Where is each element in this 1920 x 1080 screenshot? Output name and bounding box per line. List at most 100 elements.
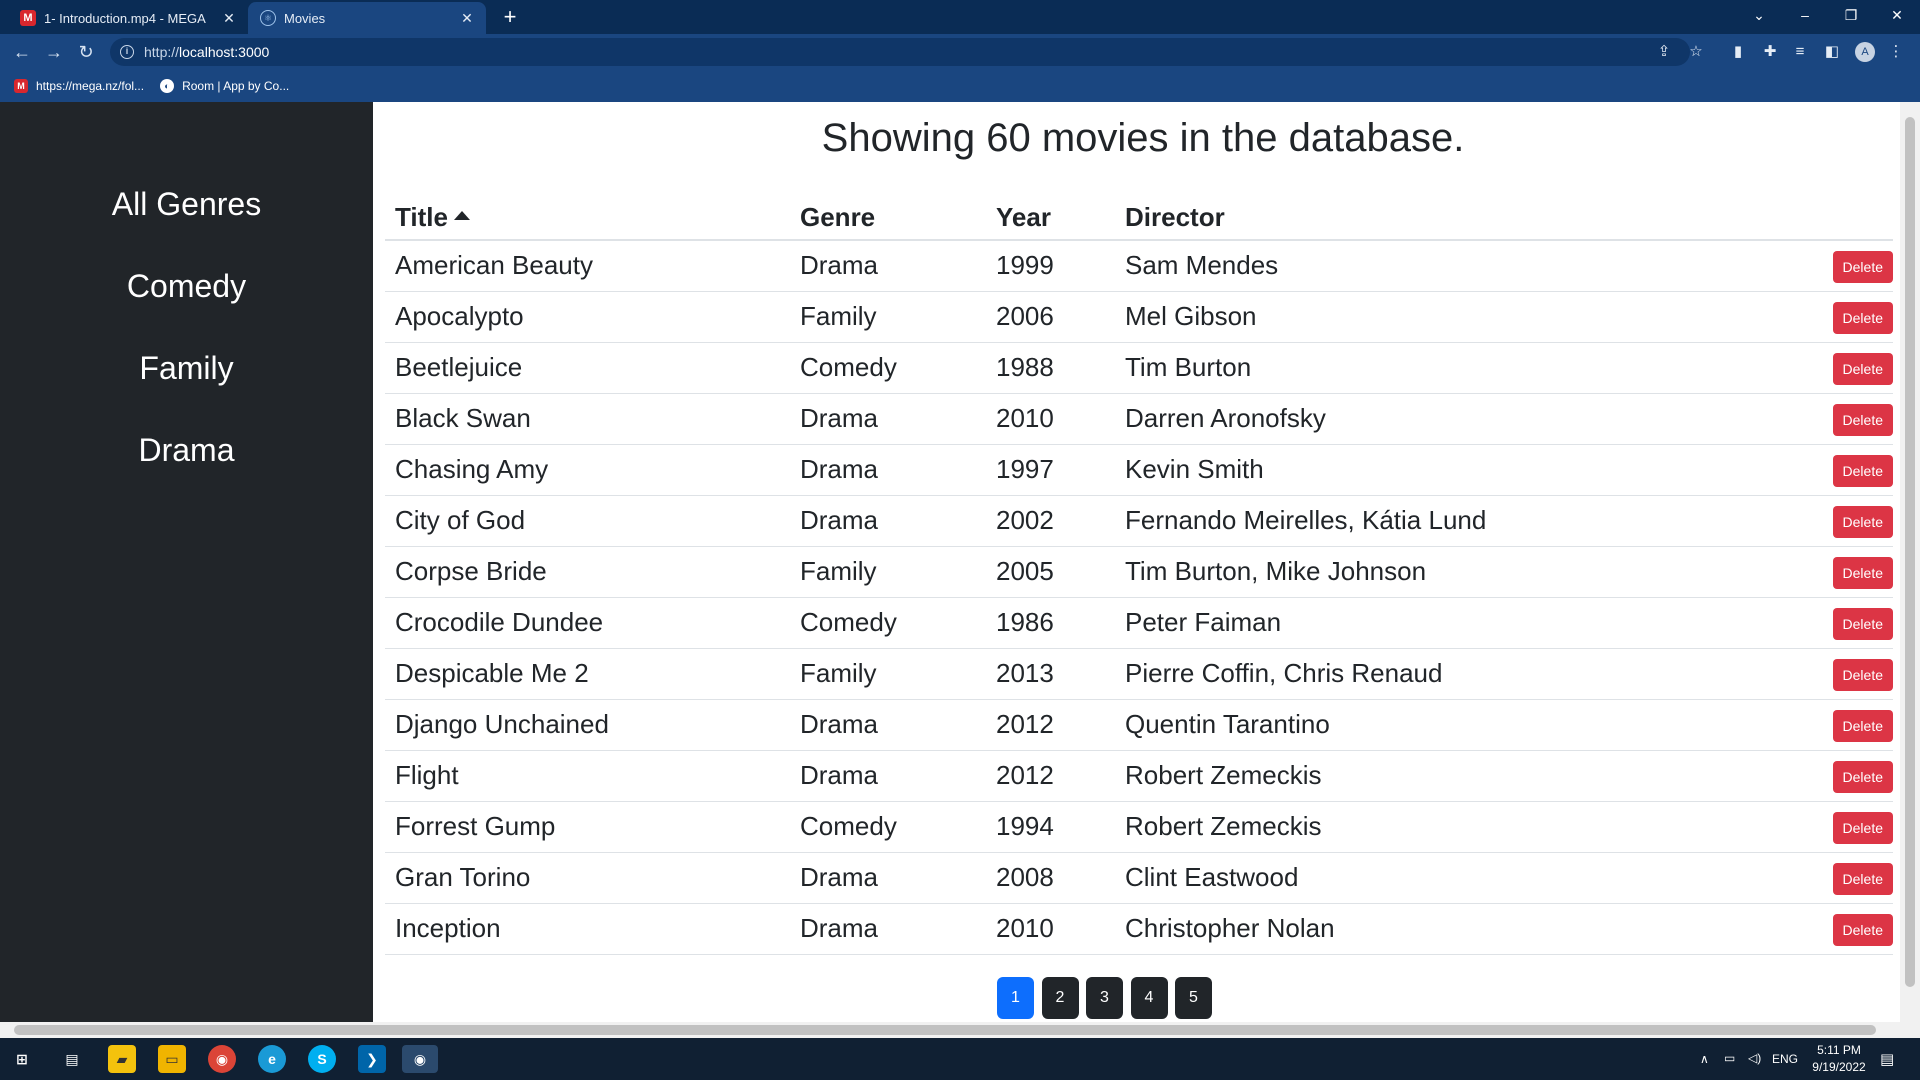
menu-kebab-icon[interactable]: ⋮ bbox=[1886, 42, 1906, 62]
delete-button[interactable]: Delete bbox=[1832, 659, 1893, 691]
close-icon[interactable]: ✕ bbox=[220, 10, 238, 27]
movie-year: 2012 bbox=[986, 699, 1115, 751]
mega-icon: M bbox=[14, 79, 28, 93]
network-icon[interactable]: ▭ bbox=[1724, 1051, 1735, 1065]
page-button-4[interactable]: 4 bbox=[1130, 977, 1168, 1019]
skype-icon[interactable]: S bbox=[308, 1045, 336, 1073]
scroll-thumb[interactable] bbox=[14, 1025, 1876, 1035]
reading-list-icon[interactable]: ≡ bbox=[1790, 42, 1810, 62]
vscode-icon[interactable]: ❯ bbox=[358, 1045, 386, 1073]
movie-director: Pierre Coffin, Chris Renaud bbox=[1115, 648, 1715, 700]
chrome-active-icon[interactable]: ◉ bbox=[402, 1045, 438, 1073]
delete-button[interactable]: Delete bbox=[1832, 812, 1893, 844]
extension-icon[interactable]: ▮ bbox=[1728, 42, 1748, 62]
bookmark-star-icon[interactable]: ☆ bbox=[1686, 42, 1706, 62]
delete-button[interactable]: Delete bbox=[1832, 353, 1893, 385]
table-header-row: Title Genre Year Director bbox=[385, 190, 1893, 241]
page-button-3[interactable]: 3 bbox=[1086, 977, 1123, 1019]
tray-chevron-icon[interactable]: ∧ bbox=[1700, 1052, 1709, 1066]
movie-director: Tim Burton, Mike Johnson bbox=[1115, 546, 1715, 598]
table-row: Django Unchained Drama 2012 Quentin Taranti… bbox=[385, 699, 1893, 751]
delete-button[interactable]: Delete bbox=[1832, 302, 1893, 334]
movie-title: City of God bbox=[385, 495, 790, 547]
notification-icon[interactable]: ▤ bbox=[1880, 1050, 1894, 1068]
page-title: Showing 60 movies in the database. bbox=[821, 116, 1465, 160]
puzzle-icon[interactable]: ✚ bbox=[1760, 42, 1780, 62]
table-row: City of God Drama 2002 Fernando Meirelles, … bbox=[385, 495, 1893, 547]
windows-taskbar: ⊞ ▤ ▰ ▭ ◉ e S ❯ ◉ ∧ ▭ ◁) ENG 5:11 PM 9/1… bbox=[0, 1038, 1920, 1080]
delete-button[interactable]: Delete bbox=[1832, 761, 1893, 793]
movie-title: American Beauty bbox=[385, 240, 790, 292]
delete-button[interactable]: Delete bbox=[1832, 608, 1893, 640]
close-window-button[interactable]: ✕ bbox=[1874, 0, 1920, 30]
actions-cell: Delete bbox=[1715, 750, 1893, 802]
movie-title: Crocodile Dundee bbox=[385, 597, 790, 649]
bookmark-room[interactable]: ◐ Room | App by Co... bbox=[160, 79, 289, 93]
delete-button[interactable]: Delete bbox=[1832, 251, 1893, 284]
movie-director: Mel Gibson bbox=[1115, 291, 1715, 343]
genre-item-drama[interactable]: Drama bbox=[0, 432, 373, 469]
horizontal-scrollbar[interactable] bbox=[0, 1022, 1920, 1038]
edge-icon[interactable]: e bbox=[258, 1045, 286, 1073]
delete-button[interactable]: Delete bbox=[1832, 863, 1893, 895]
page-button-1[interactable]: 1 bbox=[997, 977, 1034, 1019]
address-bar[interactable]: i http://localhost:3000 bbox=[110, 38, 1690, 66]
delete-button[interactable]: Delete bbox=[1832, 710, 1893, 742]
share-icon[interactable]: ⇪ bbox=[1654, 42, 1674, 62]
minimize-button[interactable]: – bbox=[1782, 0, 1828, 30]
bookmark-mega[interactable]: M https://mega.nz/fol... bbox=[14, 79, 144, 93]
close-icon[interactable]: ✕ bbox=[458, 10, 476, 27]
url-scheme: http:// bbox=[144, 44, 180, 60]
delete-button[interactable]: Delete bbox=[1832, 404, 1893, 436]
language-indicator[interactable]: ENG bbox=[1772, 1052, 1798, 1066]
tab-search-icon[interactable]: ⌄ bbox=[1736, 0, 1782, 30]
room-icon: ◐ bbox=[160, 79, 175, 93]
actions-cell: Delete bbox=[1715, 903, 1893, 955]
actions-cell: Delete bbox=[1715, 495, 1893, 547]
clock-date[interactable]: 9/19/2022 bbox=[1806, 1060, 1872, 1074]
volume-icon[interactable]: ◁) bbox=[1748, 1051, 1761, 1065]
column-header-genre[interactable]: Genre bbox=[790, 190, 986, 241]
movie-year: 1997 bbox=[986, 444, 1115, 496]
movie-title: Forrest Gump bbox=[385, 801, 790, 853]
page-button-5[interactable]: 5 bbox=[1175, 977, 1212, 1019]
page-button-2[interactable]: 2 bbox=[1041, 977, 1079, 1019]
delete-button[interactable]: Delete bbox=[1832, 506, 1893, 538]
genre-item-all[interactable]: All Genres bbox=[0, 186, 373, 223]
movie-genre: Family bbox=[790, 291, 986, 343]
windows-start-icon[interactable]: ⊞ bbox=[8, 1045, 36, 1073]
sticky-notes-icon[interactable]: ▰ bbox=[108, 1045, 136, 1073]
column-header-year[interactable]: Year bbox=[986, 190, 1115, 241]
back-arrow-icon[interactable]: ← bbox=[8, 38, 36, 66]
restore-button[interactable]: ❐ bbox=[1828, 0, 1874, 30]
movie-year: 1994 bbox=[986, 801, 1115, 853]
movie-genre: Drama bbox=[790, 903, 986, 955]
vertical-scrollbar[interactable] bbox=[1900, 102, 1920, 1022]
tab-mega[interactable]: M 1- Introduction.mp4 - MEGA ✕ bbox=[8, 2, 248, 34]
chrome-icon[interactable]: ◉ bbox=[208, 1045, 236, 1073]
table-row: Crocodile Dundee Comedy 1986 Peter Faiman De… bbox=[385, 597, 1893, 649]
genre-item-family[interactable]: Family bbox=[0, 350, 373, 387]
delete-button[interactable]: Delete bbox=[1832, 557, 1893, 589]
reload-icon[interactable]: ↻ bbox=[72, 38, 100, 66]
table-row: Despicable Me 2 Family 2013 Pierre Coffin, … bbox=[385, 648, 1893, 700]
side-panel-icon[interactable]: ◧ bbox=[1822, 42, 1842, 62]
clock-time[interactable]: 5:11 PM bbox=[1814, 1043, 1864, 1057]
movie-title: Flight bbox=[385, 750, 790, 802]
tab-movies[interactable]: ⚛ Movies ✕ bbox=[248, 2, 486, 34]
bookmark-label: https://mega.nz/fol... bbox=[36, 79, 145, 93]
file-explorer-icon[interactable]: ▭ bbox=[158, 1045, 186, 1073]
column-header-title[interactable]: Title bbox=[385, 190, 790, 241]
scroll-thumb[interactable] bbox=[1905, 117, 1915, 987]
movie-year: 1988 bbox=[986, 342, 1115, 394]
info-icon[interactable]: i bbox=[120, 45, 134, 59]
task-view-icon[interactable]: ▤ bbox=[58, 1045, 86, 1073]
new-tab-button[interactable]: + bbox=[496, 4, 524, 32]
column-header-director[interactable]: Director bbox=[1115, 190, 1715, 241]
delete-button[interactable]: Delete bbox=[1832, 455, 1893, 487]
delete-button[interactable]: Delete bbox=[1832, 914, 1893, 946]
table-row: Gran Torino Drama 2008 Clint Eastwood Delete bbox=[385, 852, 1893, 904]
genre-item-comedy[interactable]: Comedy bbox=[0, 268, 373, 305]
profile-avatar[interactable]: A bbox=[1855, 42, 1875, 62]
forward-arrow-icon[interactable]: → bbox=[40, 38, 68, 66]
